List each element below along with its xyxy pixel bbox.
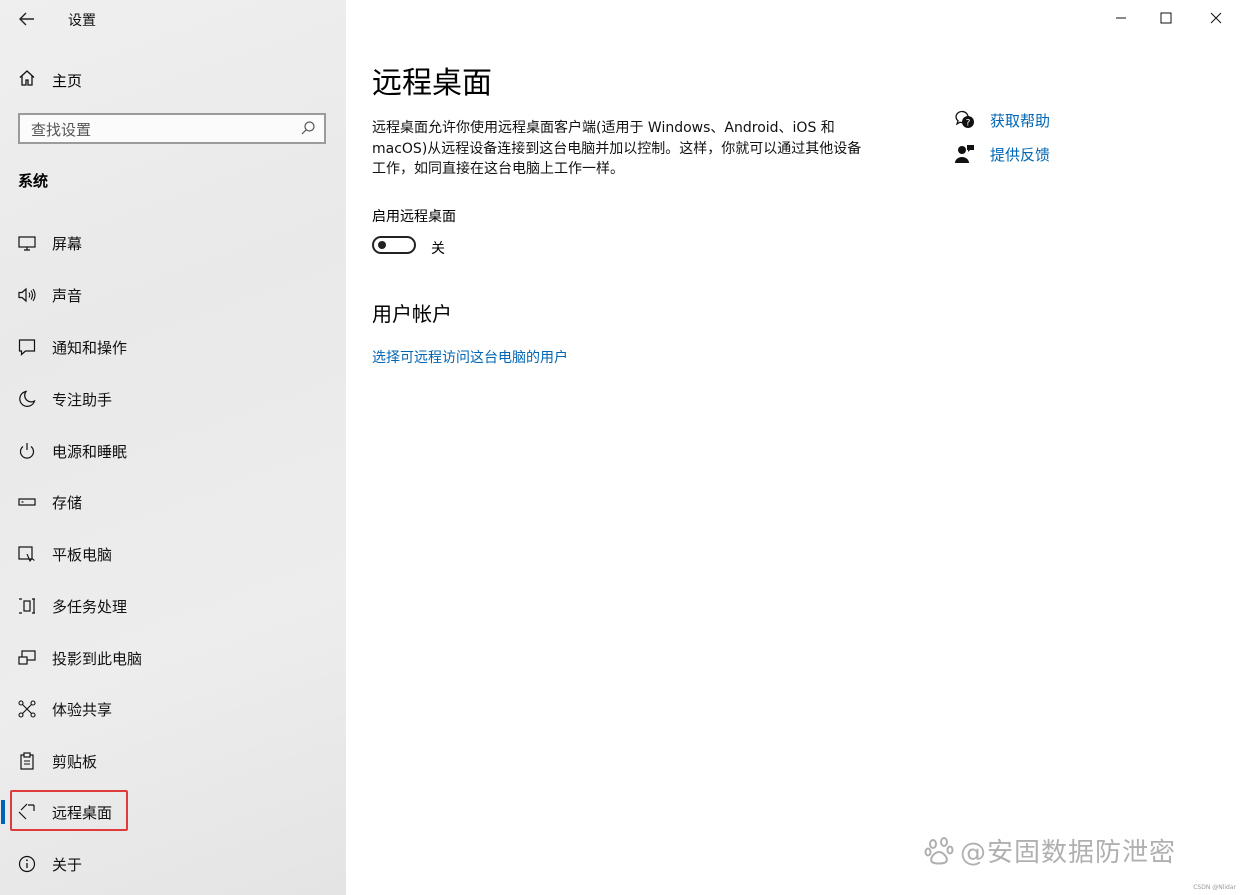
sidebar-item-display[interactable]: 屏幕 bbox=[0, 223, 346, 263]
get-help-link[interactable]: ? 获取帮助 bbox=[954, 109, 1154, 131]
maximize-button[interactable] bbox=[1143, 4, 1189, 32]
tablet-icon bbox=[18, 545, 36, 563]
storage-icon bbox=[18, 493, 36, 511]
give-feedback-link[interactable]: 提供反馈 bbox=[954, 143, 1154, 165]
minimize-button[interactable] bbox=[1098, 4, 1144, 32]
speaker-icon bbox=[18, 286, 36, 304]
active-indicator bbox=[1, 800, 5, 824]
home-icon bbox=[18, 69, 36, 91]
sidebar: 设置 主页 系统 屏幕 声音 通知和操作 专注助手 电源和睡眠 存储 bbox=[0, 0, 346, 895]
search-icon bbox=[300, 120, 316, 140]
sidebar-item-about[interactable]: 关于 bbox=[0, 844, 346, 884]
sidebar-item-storage[interactable]: 存储 bbox=[0, 482, 346, 522]
back-arrow-icon[interactable] bbox=[16, 8, 38, 30]
multitask-icon bbox=[18, 597, 36, 615]
sidebar-item-power[interactable]: 电源和睡眠 bbox=[0, 431, 346, 471]
baidu-paw-icon bbox=[924, 835, 956, 867]
close-button[interactable] bbox=[1193, 4, 1239, 32]
sidebar-item-notifications[interactable]: 通知和操作 bbox=[0, 327, 346, 367]
sidebar-item-label: 通知和操作 bbox=[52, 339, 128, 357]
project-icon bbox=[18, 649, 36, 667]
sidebar-item-focus-assist[interactable]: 专注助手 bbox=[0, 379, 346, 419]
toggle-label: 启用远程桌面 bbox=[372, 209, 456, 225]
select-users-link[interactable]: 选择可远程访问这台电脑的用户 bbox=[372, 347, 568, 367]
watermark-small: CSDN @Nlidar bbox=[1193, 884, 1236, 891]
sidebar-item-label: 声音 bbox=[52, 287, 83, 305]
description-text: 远程桌面允许你使用远程桌面客户端(适用于 Windows、Android、iOS… bbox=[372, 120, 862, 177]
sidebar-home[interactable]: 主页 bbox=[18, 68, 82, 92]
toggle-state-text: 关 bbox=[431, 241, 445, 257]
sidebar-item-shared-experiences[interactable]: 体验共享 bbox=[0, 689, 346, 729]
search-box[interactable] bbox=[18, 113, 326, 144]
give-feedback-label: 提供反馈 bbox=[990, 146, 1051, 164]
svg-text:?: ? bbox=[966, 119, 971, 129]
sidebar-item-label: 平板电脑 bbox=[52, 546, 113, 564]
sidebar-item-clipboard[interactable]: 剪贴板 bbox=[0, 741, 346, 781]
share-icon bbox=[18, 700, 36, 718]
notification-icon bbox=[18, 338, 36, 356]
monitor-icon bbox=[18, 234, 36, 252]
search-input[interactable] bbox=[20, 115, 303, 144]
remote-desktop-toggle[interactable] bbox=[372, 236, 416, 254]
main-panel: 远程桌面 远程桌面允许你使用远程桌面客户端(适用于 Windows、Androi… bbox=[346, 0, 1242, 895]
section-title: 系统 bbox=[18, 172, 49, 190]
sidebar-item-project[interactable]: 投影到此电脑 bbox=[0, 638, 346, 678]
sidebar-item-label: 专注助手 bbox=[52, 391, 113, 409]
sidebar-item-label: 屏幕 bbox=[52, 235, 83, 253]
get-help-label: 获取帮助 bbox=[990, 112, 1051, 130]
page-title: 远程桌面 bbox=[372, 66, 492, 101]
user-accounts-heading: 用户帐户 bbox=[372, 302, 452, 326]
power-icon bbox=[18, 442, 36, 460]
sidebar-item-label: 关于 bbox=[52, 856, 83, 874]
watermark: @安固数据防泄密 bbox=[924, 832, 1176, 869]
minimize-icon bbox=[1115, 9, 1127, 28]
toggle-knob bbox=[378, 241, 386, 249]
sidebar-item-label: 投影到此电脑 bbox=[52, 650, 143, 668]
feedback-person-icon bbox=[954, 143, 976, 165]
info-icon bbox=[18, 855, 36, 873]
app-title: 设置 bbox=[68, 13, 96, 29]
watermark-text: @安固数据防泄密 bbox=[960, 838, 1177, 868]
sidebar-item-label: 电源和睡眠 bbox=[52, 443, 128, 461]
help-chat-icon: ? bbox=[954, 109, 976, 131]
sidebar-item-label: 剪贴板 bbox=[52, 753, 98, 771]
sidebar-item-sound[interactable]: 声音 bbox=[0, 275, 346, 315]
annotation-highlight-box bbox=[10, 790, 128, 831]
moon-icon bbox=[18, 390, 36, 408]
sidebar-item-label: 多任务处理 bbox=[52, 598, 128, 616]
sidebar-item-label: 存储 bbox=[52, 494, 83, 512]
home-label: 主页 bbox=[52, 71, 83, 90]
sidebar-item-tablet[interactable]: 平板电脑 bbox=[0, 534, 346, 574]
sidebar-item-label: 体验共享 bbox=[52, 701, 113, 719]
sidebar-item-multitasking[interactable]: 多任务处理 bbox=[0, 586, 346, 626]
close-icon bbox=[1210, 9, 1222, 28]
maximize-icon bbox=[1160, 9, 1172, 28]
clipboard-icon bbox=[18, 752, 36, 770]
